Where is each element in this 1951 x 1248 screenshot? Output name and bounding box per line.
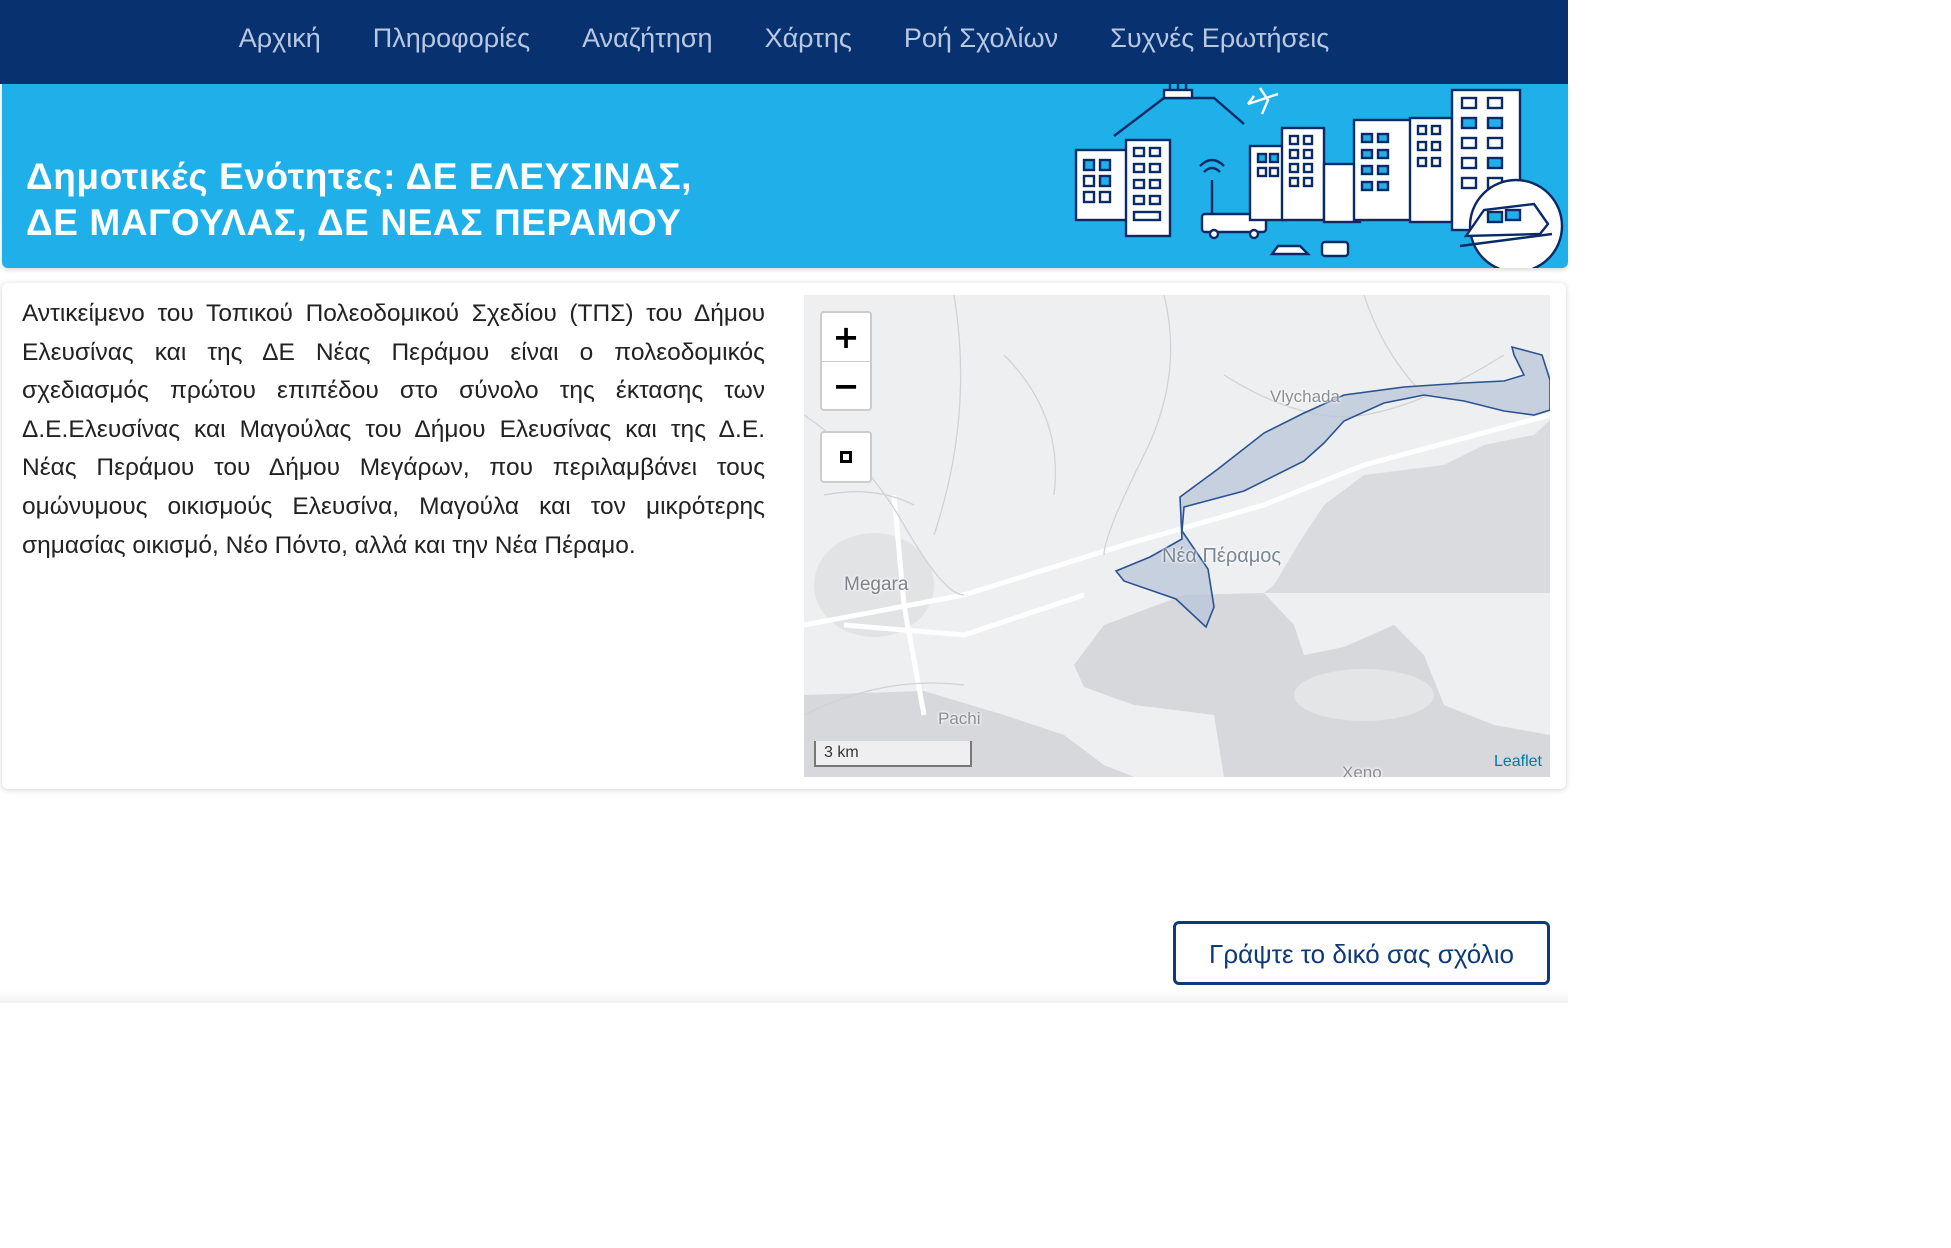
nav-item-home[interactable]: Αρχική [213,0,347,80]
map-label-megara: Megara [844,574,909,595]
top-navigation: Αρχική Πληροφορίες Αναζήτηση Χάρτης Ροή … [0,0,1568,84]
page-bottom-edge [0,990,1568,1003]
nav-item-map[interactable]: Χάρτης [739,0,878,80]
description-text: Αντικείμενο του Τοπικού Πολεοδομικού Σχε… [22,300,765,559]
nav-item-search[interactable]: Αναζήτηση [556,0,738,80]
square-icon [840,451,852,463]
leaflet-attribution-link[interactable]: Leaflet [1494,753,1542,771]
page-title: Δημοτικές Ενότητες: ΔΕ ΕΛΕΥΣΙΝΑΣ, ΔΕ ΜΑΓ… [26,156,692,243]
map-label-nea-peramos: Νέα Πέραμος [1162,545,1282,567]
map-label-pachi: Pachi [938,709,981,728]
nav-item-comments-feed[interactable]: Ροή Σχολίων [878,0,1084,80]
map-tiles [804,295,1550,777]
content-card: Αντικείμενο του Τοπικού Πολεοδομικού Σχε… [2,283,1566,789]
nav-item-faq[interactable]: Συχνές Ερωτήσεις [1084,0,1355,80]
map-view[interactable]: Vlychada Νέα Πέραμος Megara Pachi Xeno +… [804,295,1550,777]
write-comment-button[interactable]: Γράψτε το δικό σας σχόλιο [1173,921,1550,985]
map-label-vlychada: Vlychada [1270,387,1340,406]
zoom-in-button[interactable]: + [822,313,870,362]
map-scale-bar: 3 km [814,741,972,767]
zoom-control: + − [820,311,872,411]
city-illustration [1074,84,1564,268]
fullscreen-button[interactable] [820,431,872,483]
map-label-xeno: Xeno [1342,763,1382,777]
nav-item-info[interactable]: Πληροφορίες [347,0,556,80]
page-banner: Δημοτικές Ενότητες: ΔΕ ΕΛΕΥΣΙΝΑΣ, ΔΕ ΜΑΓ… [2,84,1568,268]
zoom-out-button[interactable]: − [822,362,870,410]
